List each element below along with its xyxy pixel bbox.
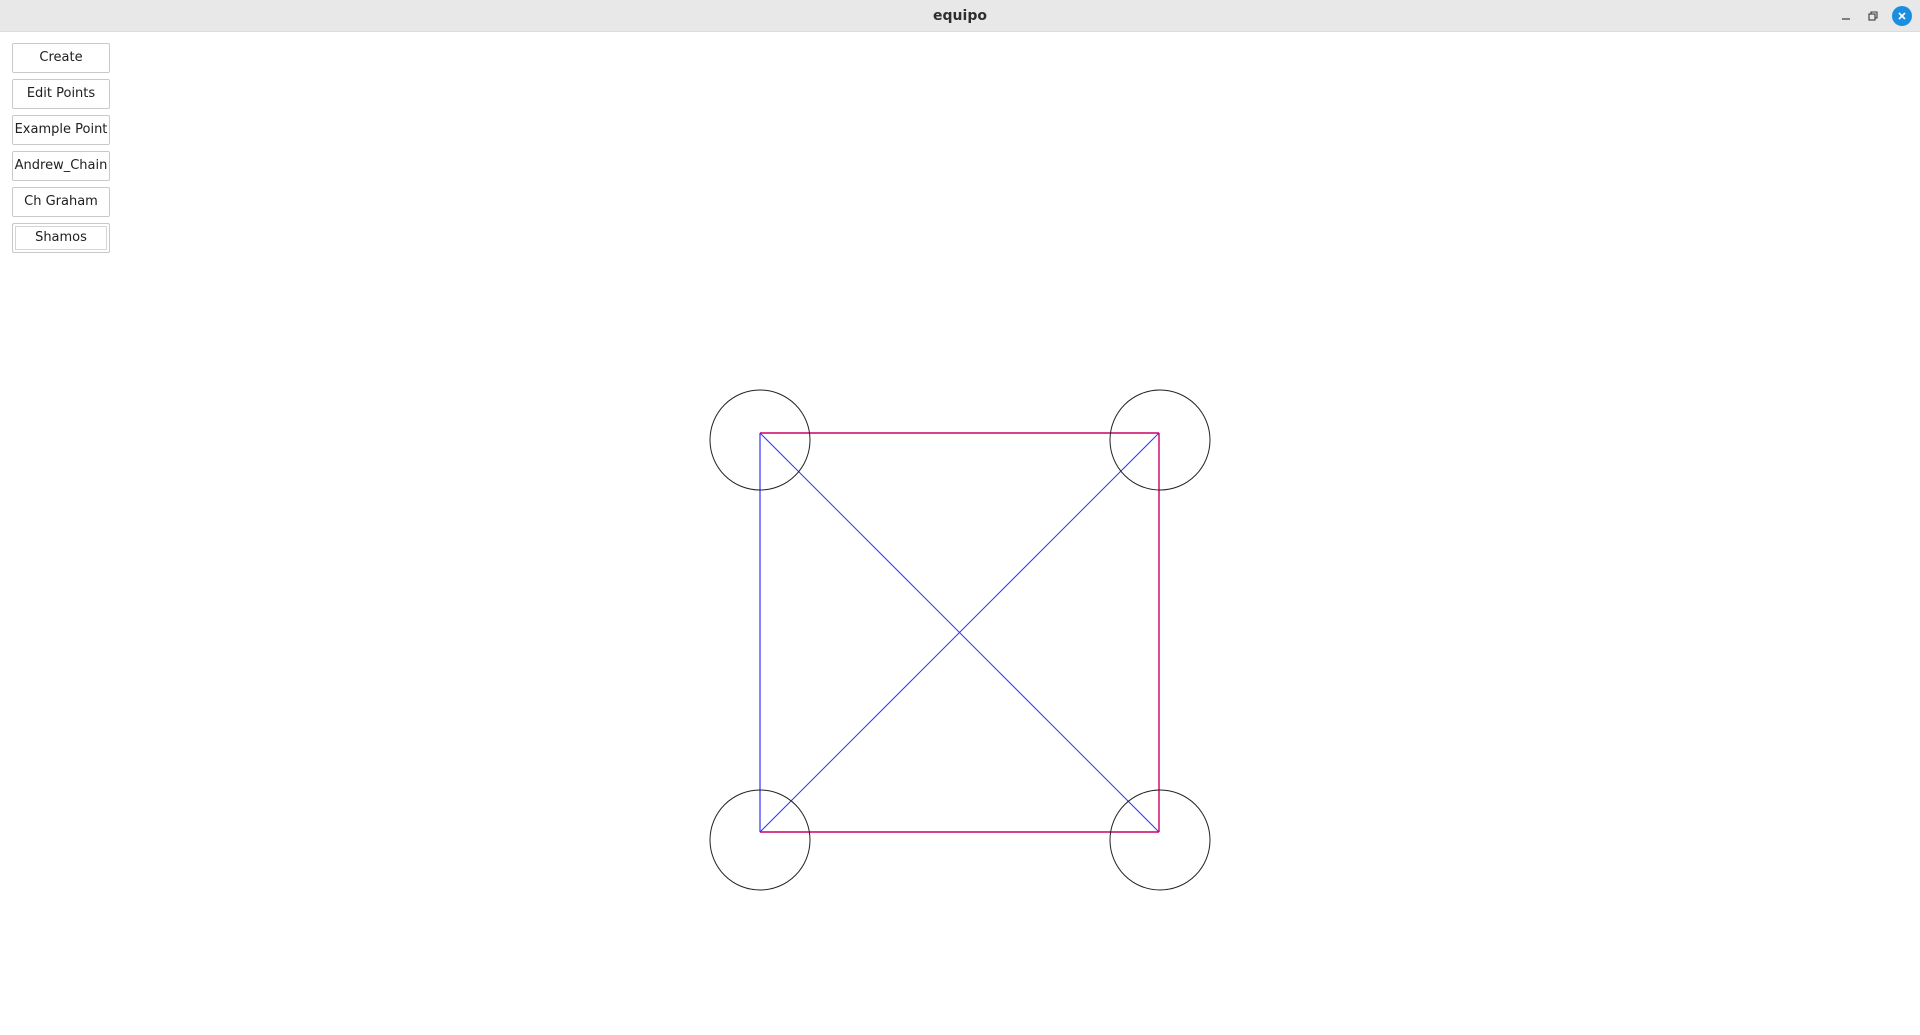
minimize-icon[interactable] xyxy=(1836,6,1856,26)
point-circle-top-right[interactable] xyxy=(1109,389,1211,491)
point-circle-bottom-right[interactable] xyxy=(1109,789,1211,891)
drawing-canvas[interactable] xyxy=(0,32,1920,1035)
maximize-icon[interactable] xyxy=(1863,6,1883,26)
app-window: equipo Create Edit Points Example Point … xyxy=(0,0,1920,1035)
window-title: equipo xyxy=(933,8,987,24)
close-icon[interactable] xyxy=(1892,6,1912,26)
title-bar[interactable]: equipo xyxy=(0,0,1920,32)
